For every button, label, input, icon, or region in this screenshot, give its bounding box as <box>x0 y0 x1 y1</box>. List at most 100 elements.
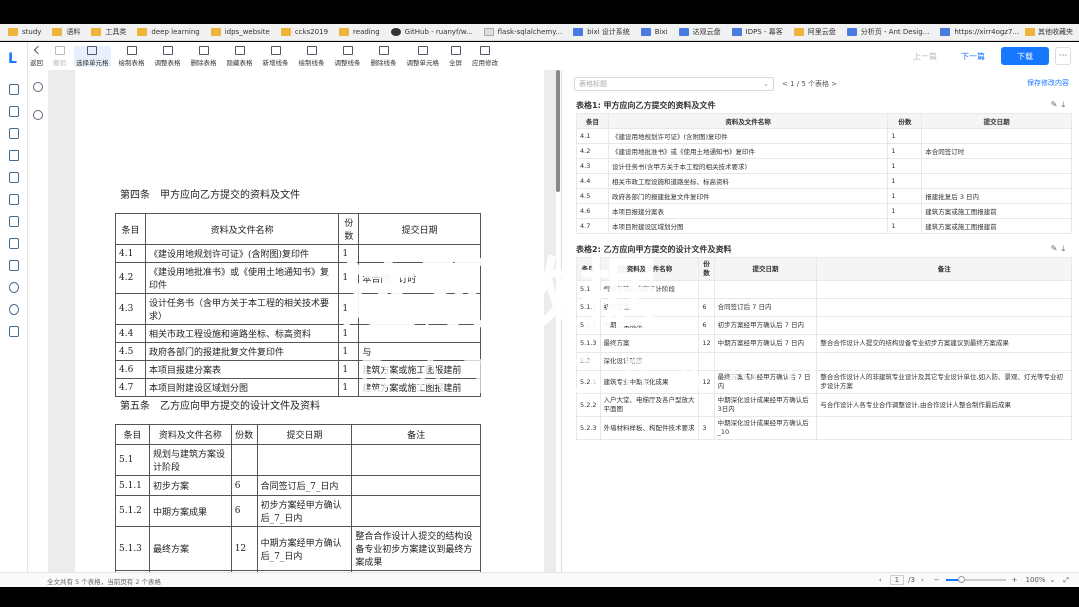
table-cell[interactable]: 12 <box>230 526 258 571</box>
toolbar-delete-line-button[interactable]: 删除线条 <box>369 46 399 67</box>
zoom-slider-handle[interactable] <box>957 576 965 583</box>
table-cell[interactable]: 建筑方案或施工图报建前 <box>921 203 1072 219</box>
edit-icon[interactable]: ✎ <box>1051 244 1062 253</box>
table-cell[interactable] <box>816 416 1072 440</box>
table-cell[interactable]: 4.3 <box>576 158 609 174</box>
table-cell[interactable]: 《建设用地批准书》或《使用土地通知书》复印件 <box>144 262 340 294</box>
table-cell[interactable]: 5.2.2 <box>576 393 601 417</box>
bookmark-item[interactable]: 语料 <box>52 27 80 37</box>
bookmark-item[interactable]: 分析页 - Ant Desig... <box>846 27 929 37</box>
table-cell[interactable]: 4.7 <box>576 218 609 234</box>
table-cell[interactable] <box>351 495 481 527</box>
table-cell[interactable]: 中期深化设计成果经甲方确认后_10 <box>713 416 818 440</box>
table-cell[interactable] <box>351 444 481 476</box>
toolbar-add-line-button[interactable]: 新增线条 <box>261 46 291 67</box>
table-cell[interactable]: 初步方案 <box>148 475 232 496</box>
table-cell[interactable]: 1 <box>338 244 360 263</box>
table-cell[interactable] <box>816 298 1072 317</box>
table-cell[interactable]: 整合合作设计人的非建筑专业设计及其它专业设计单位,如入防、景观、灯光等专业初步设… <box>816 370 1072 394</box>
table-cell[interactable] <box>698 280 715 299</box>
toolbar-draw-line-button[interactable]: 绘制线条 <box>297 46 327 67</box>
bookmark-item[interactable]: study <box>8 28 41 36</box>
edit-icon[interactable]: ✎ <box>1051 100 1062 109</box>
table-cell[interactable]: 1 <box>338 378 360 397</box>
log-icon[interactable] <box>9 326 19 337</box>
edit-icon[interactable] <box>9 260 19 271</box>
bookmark-item[interactable]: reading <box>339 28 380 36</box>
table-cell[interactable]: 5.1.1 <box>115 475 150 496</box>
table-cell[interactable]: 《建设用地规划许可证》(含附图)复印件 <box>144 244 340 263</box>
table-cell[interactable]: 政府各部门的报建批复文件复印件 <box>607 188 889 204</box>
table-cell[interactable] <box>713 280 818 299</box>
contract-icon[interactable] <box>9 216 19 227</box>
table-cell[interactable]: 整合合作设计人提交的结构设备专业初步方案建议到最终方案成果 <box>816 334 1072 353</box>
table-cell[interactable]: 4.6 <box>115 360 146 379</box>
table-cell[interactable]: 最终方案 <box>148 526 232 571</box>
table-select[interactable]: 表格标题 ⌄ <box>574 77 774 91</box>
table-cell[interactable]: 1 <box>887 158 923 174</box>
report-icon[interactable] <box>9 128 19 139</box>
table-cell[interactable] <box>921 158 1072 174</box>
table-cell[interactable]: 报建批复后 3 日内 <box>921 188 1072 204</box>
table-cell[interactable] <box>230 444 258 476</box>
next-doc-button[interactable]: 下一篇 <box>961 51 985 62</box>
bookmark-item[interactable]: GitHub - ruanyf/w... <box>390 28 473 36</box>
toolbar-back-button[interactable]: 返回 <box>28 46 45 67</box>
toolbar-adjust-cell-button[interactable]: 调整单元格 <box>405 46 442 67</box>
table-cell[interactable]: 中期方案成果 <box>599 316 700 335</box>
bookmark-item[interactable]: https://xirr4ogz7... <box>940 28 1019 36</box>
save-changes-button[interactable]: 保存修改内容 <box>1027 78 1069 88</box>
table-cell[interactable] <box>358 244 481 263</box>
file-icon[interactable] <box>9 84 19 95</box>
table-cell[interactable]: 初步方案 <box>599 298 700 317</box>
table-cell[interactable] <box>713 352 818 371</box>
table-cell[interactable]: 深化设计阶段 <box>599 352 700 371</box>
table-cell[interactable]: 1 <box>338 324 360 343</box>
toolbar-undo-button[interactable]: 撤销 <box>51 46 68 67</box>
table-cell[interactable]: 4.5 <box>115 342 146 361</box>
table-cell[interactable]: 4.5 <box>576 188 609 204</box>
table-cell[interactable]: 本合同 订时 <box>358 262 481 294</box>
table-cell[interactable]: 5.1.1 <box>576 298 601 317</box>
table-cell[interactable]: 建筑方案或施工图报建前 <box>358 378 481 397</box>
table-cell[interactable]: 中期方案经甲方确认后 7 日内 <box>713 334 818 353</box>
table-cell[interactable]: 1 <box>887 143 923 159</box>
toolbar-draw-table-button[interactable]: 绘制表格 <box>117 46 147 67</box>
zoom-level[interactable]: 100% <box>1026 576 1046 584</box>
table-cell[interactable] <box>358 293 481 325</box>
table-cell[interactable]: 《建设用地规划许可证》(含附图)复印件 <box>607 128 889 144</box>
prev-page-icon[interactable]: ‹ <box>879 576 882 584</box>
branch-icon[interactable] <box>9 282 19 293</box>
table-cell[interactable]: 4.6 <box>576 203 609 219</box>
table-cell[interactable]: 12 <box>698 334 715 353</box>
table-cell[interactable] <box>816 280 1072 299</box>
table-cell[interactable]: 5.1.2 <box>576 316 601 335</box>
table-cell[interactable]: 6 <box>230 495 258 527</box>
bookmark-item[interactable]: 工具类 <box>91 27 126 37</box>
table-cell[interactable]: 规划与建筑方案设计阶段 <box>148 444 232 476</box>
next-page-icon[interactable]: › <box>921 576 924 584</box>
table-cell[interactable]: 最终方案成果经甲方确认后 7 日内 <box>713 370 818 394</box>
table-cell[interactable] <box>256 444 353 476</box>
table-cell[interactable] <box>358 324 481 343</box>
table-cell[interactable]: 4.1 <box>115 244 146 263</box>
table-cell[interactable]: 合同签订后_7_日内 <box>256 475 353 496</box>
table-cell[interactable]: 4.7 <box>115 378 146 397</box>
table-cell[interactable]: 1 <box>338 262 360 294</box>
download-icon[interactable]: ⤓ <box>1061 100 1069 109</box>
table-cell[interactable]: 建筑专业中期深化成果 <box>599 370 700 394</box>
table-cell[interactable]: 最终方案 <box>599 334 700 353</box>
document-icon[interactable] <box>9 106 19 117</box>
table-cell[interactable]: 5.2.1 <box>576 370 601 394</box>
table-cell[interactable]: 规划与建筑方案设计阶段 <box>599 280 700 299</box>
toolbar-delete-table-button[interactable]: 删除表格 <box>189 46 219 67</box>
prev-doc-button[interactable]: 上一篇 <box>913 51 937 62</box>
toolbar-fullscreen-button[interactable]: 全屏 <box>447 46 464 67</box>
table-cell[interactable]: 与合作设计人各专业合作调整设计,由合作设计人整合制作最后成果 <box>816 393 1072 417</box>
table-cell[interactable] <box>921 173 1072 189</box>
zoom-out-icon[interactable]: − <box>934 576 940 584</box>
table-cell[interactable]: 5.1.3 <box>576 334 601 353</box>
chevron-down-icon[interactable]: ⌄ <box>1050 576 1056 584</box>
download-button[interactable]: 下载 <box>1001 47 1049 65</box>
table-cell[interactable]: 初步方案经甲方确认后 7 日内 <box>713 316 818 335</box>
